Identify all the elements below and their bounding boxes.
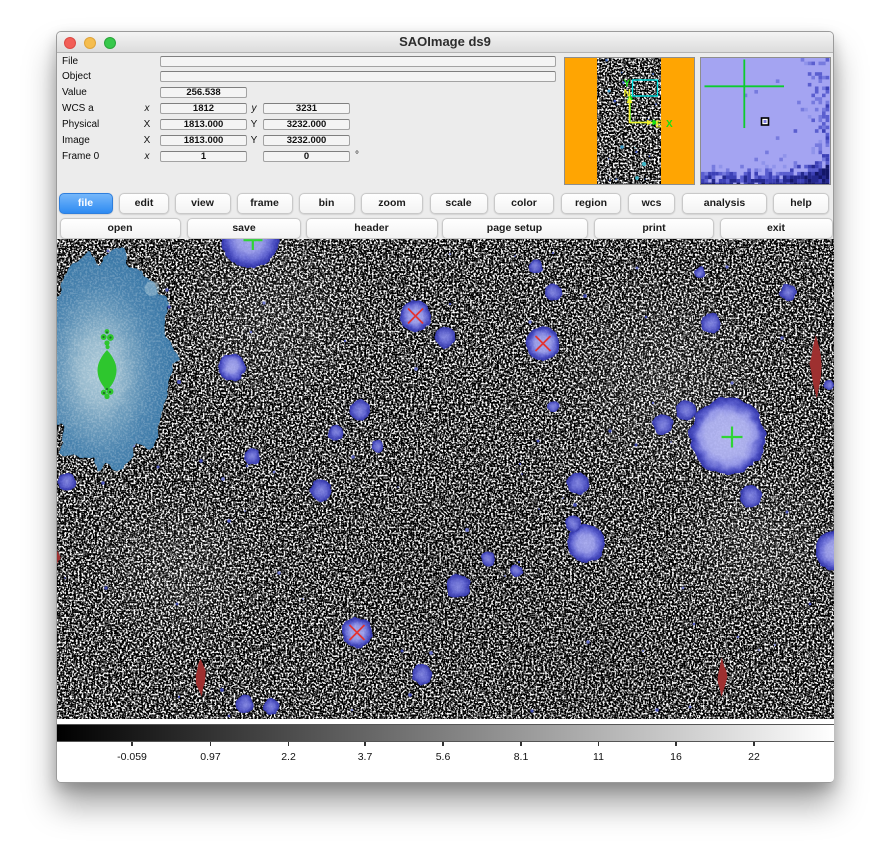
svg-text:E: E xyxy=(656,120,663,131)
svg-text:X: X xyxy=(666,119,673,130)
svg-text:N: N xyxy=(624,89,631,100)
